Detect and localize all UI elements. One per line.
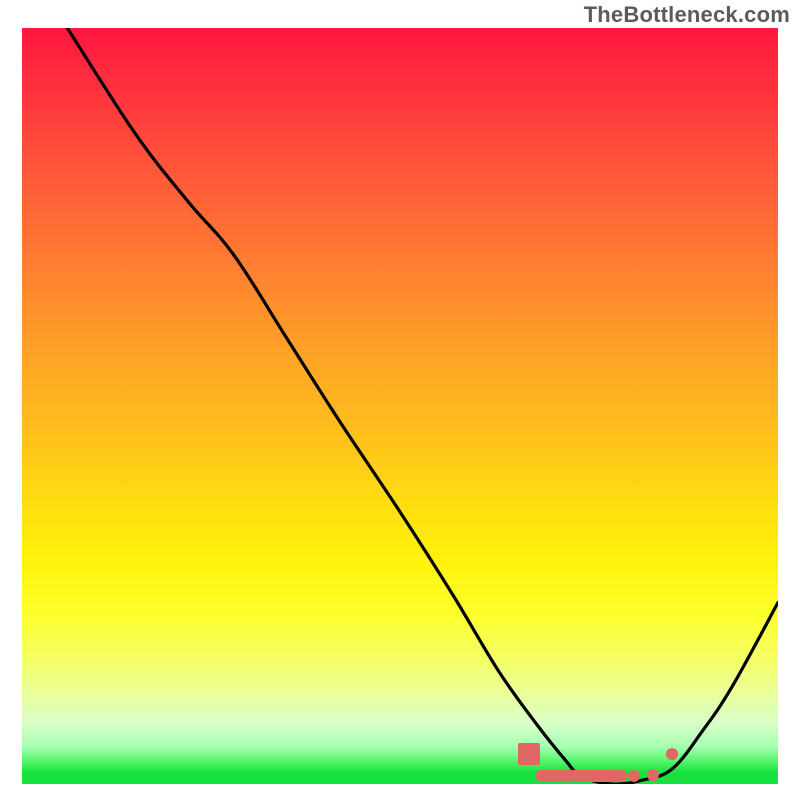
watermark-text: TheBottleneck.com bbox=[584, 2, 790, 28]
chart-area bbox=[22, 28, 778, 784]
bottleneck-curve bbox=[22, 28, 778, 784]
